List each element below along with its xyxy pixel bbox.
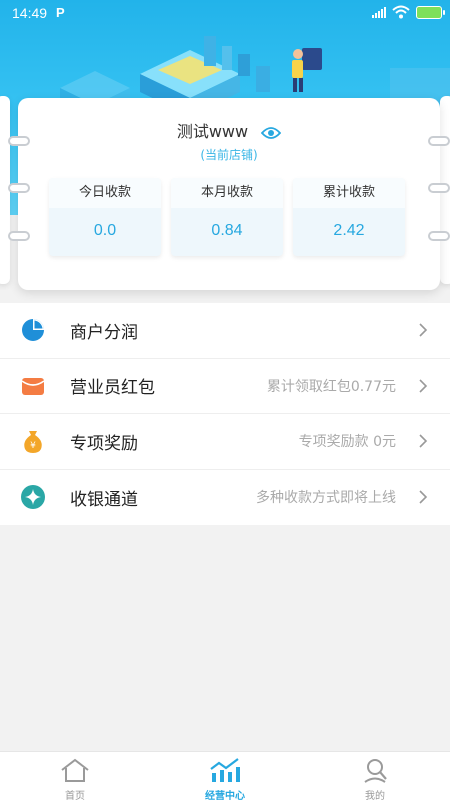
menu-label: 专项奖励 <box>70 433 138 454</box>
pie-chart-icon <box>22 319 44 342</box>
tab-business-center[interactable]: 经营中心 <box>150 752 300 800</box>
stat-month[interactable]: 本月收款 0.84 <box>171 178 283 256</box>
red-packet-icon <box>21 377 45 395</box>
menu-item-merchant-profit[interactable]: 商户分润 <box>0 303 450 359</box>
binder-ring <box>428 231 450 241</box>
menu-detail: 累计领取红包0.77元 <box>266 378 396 395</box>
menu-item-staff-red-packet[interactable]: 营业员红包 累计领取红包0.77元 <box>0 359 450 414</box>
signal-icon <box>372 6 386 18</box>
money-bag-icon: ¥ <box>24 431 42 454</box>
menu-label: 收银通道 <box>70 489 138 510</box>
stat-value: 0.84 <box>211 222 243 239</box>
menu-list: 商户分润 营业员红包 累计领取红包0.77元 ¥ 专项奖励 专项奖励款 0元 收… <box>0 303 450 525</box>
stat-label: 今日收款 <box>49 178 161 208</box>
chevron-right-icon <box>419 323 428 337</box>
menu-item-special-reward[interactable]: ¥ 专项奖励 专项奖励款 0元 <box>0 414 450 470</box>
app-notification-icon: P <box>56 5 65 20</box>
menu-detail: 多种收款方式即将上线 <box>256 490 396 507</box>
chevron-right-icon <box>419 490 428 504</box>
bottom-tab-bar: 首页 经营中心 我的 <box>0 751 450 800</box>
eye-icon[interactable] <box>261 126 282 140</box>
status-time: 14:49 <box>12 5 48 21</box>
tab-label: 经营中心 <box>205 791 245 800</box>
chevron-right-icon <box>419 434 428 448</box>
home-icon <box>61 758 89 782</box>
store-name: 测试www <box>176 122 249 141</box>
tab-label: 我的 <box>365 791 385 800</box>
binder-ring <box>428 183 450 193</box>
binder-ring <box>8 231 30 241</box>
tab-home[interactable]: 首页 <box>0 752 150 800</box>
stat-value: 2.42 <box>333 222 365 239</box>
stat-label: 累计收款 <box>293 178 405 208</box>
menu-label: 商户分润 <box>70 322 138 343</box>
svg-text:¥: ¥ <box>30 441 36 451</box>
battery-icon <box>416 5 445 19</box>
chart-icon <box>210 758 240 782</box>
menu-item-cashier-channel[interactable]: 收银通道 多种收款方式即将上线 <box>0 470 450 526</box>
menu-detail: 专项奖励款 0元 <box>298 434 396 451</box>
tab-label: 首页 <box>65 791 85 800</box>
sparkle-icon <box>21 485 45 510</box>
wifi-icon <box>392 5 410 19</box>
stats-row: 今日收款 0.0 本月收款 0.84 累计收款 2.42 <box>49 178 405 256</box>
current-store-label: (当前店铺) <box>200 148 258 162</box>
user-icon <box>364 759 387 783</box>
stat-label: 本月收款 <box>171 178 283 208</box>
tab-mine[interactable]: 我的 <box>300 752 450 800</box>
store-name-row: 测试www <box>18 118 440 142</box>
stat-total[interactable]: 累计收款 2.42 <box>293 178 405 256</box>
stat-value: 0.0 <box>93 222 117 239</box>
status-bar: 14:49 P <box>0 0 450 28</box>
stat-today[interactable]: 今日收款 0.0 <box>49 178 161 256</box>
menu-label: 营业员红包 <box>70 378 155 399</box>
binder-ring <box>8 183 30 193</box>
store-card: 测试www (当前店铺) 今日收款 0.0 本月收款 0.84 累计收款 2.4… <box>8 98 450 290</box>
chevron-right-icon <box>419 379 428 393</box>
